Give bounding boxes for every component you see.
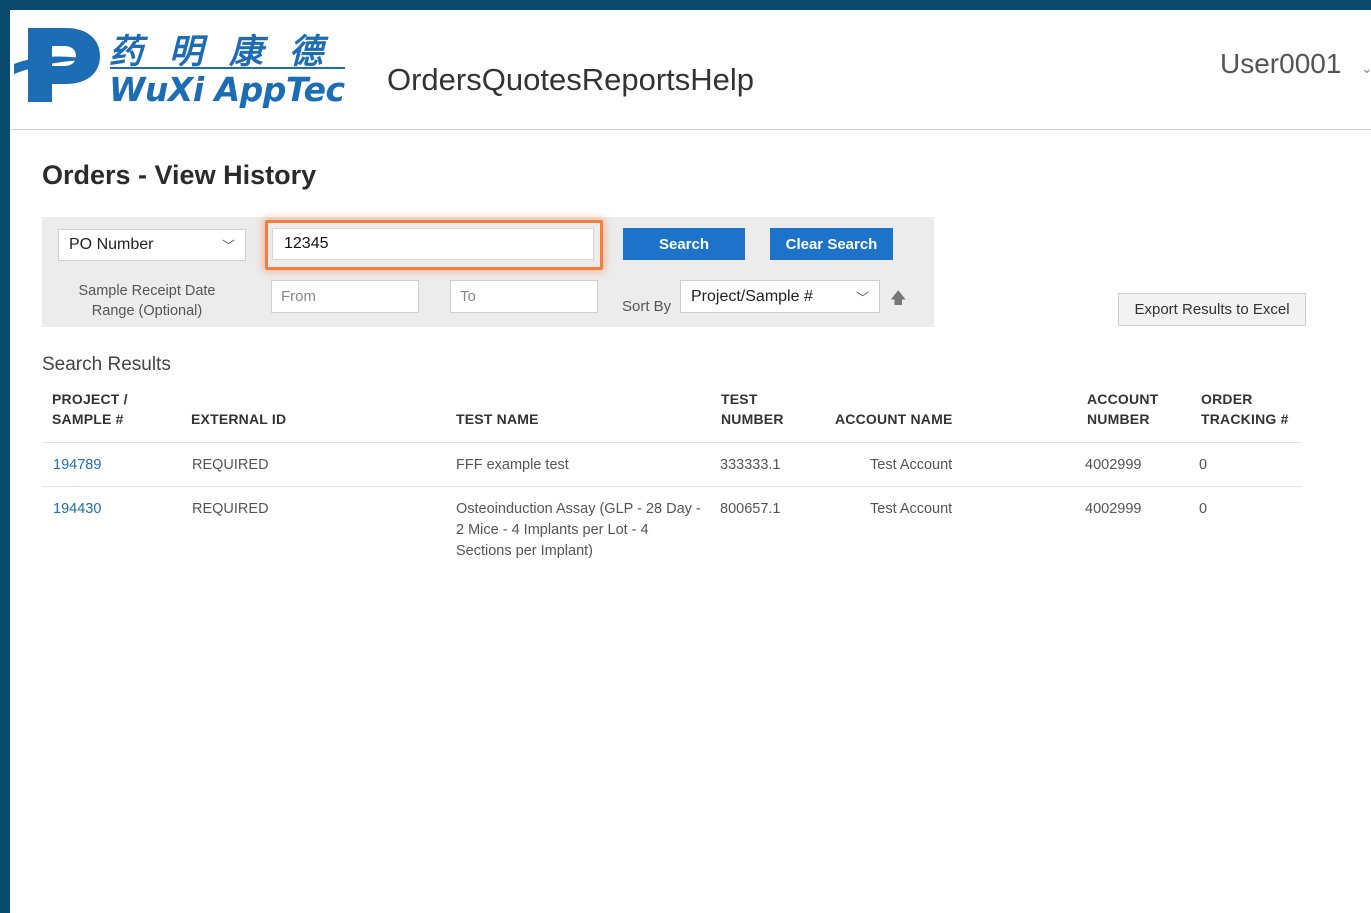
col-header-project-line2: SAMPLE #	[52, 411, 124, 427]
wuxi-apptec-logo[interactable]: 药明康德 WuXi AppTec	[14, 20, 354, 110]
search-field-value: PO Number	[69, 236, 154, 253]
search-panel: PO Number ﹀ Search Clear Search Sample R…	[42, 217, 934, 327]
col-header-order-tracking-line1: ORDER	[1201, 391, 1253, 407]
test-name-cell: FFF example test	[456, 455, 569, 476]
po-number-input[interactable]	[272, 228, 594, 260]
account-name-cell: Test Account	[870, 501, 953, 517]
export-excel-button[interactable]: Export Results to Excel	[1118, 293, 1306, 326]
date-range-label-line2: Range (Optional)	[91, 303, 203, 319]
user-menu[interactable]: User0001	[1220, 48, 1341, 80]
col-header-external-id[interactable]: EXTERNAL ID	[191, 409, 286, 429]
col-header-test-name[interactable]: TEST NAME	[456, 409, 539, 429]
account-number-cell: 4002999	[1085, 457, 1142, 473]
col-header-project[interactable]: PROJECT / SAMPLE #	[52, 389, 128, 429]
account-name-cell: Test Account	[870, 457, 953, 473]
col-header-order-tracking[interactable]: ORDER TRACKING #	[1201, 389, 1289, 429]
table-divider	[42, 486, 1302, 487]
nav-reports[interactable]: Reports	[582, 62, 691, 98]
nav-help[interactable]: Help	[690, 62, 754, 98]
site-header: 药明康德 WuXi AppTec Orders Quotes Reports Help…	[10, 10, 1371, 130]
external-id-cell: REQUIRED	[192, 457, 269, 473]
test-name-line1: Osteoinduction Assay (GLP - 28 Day -	[456, 501, 701, 517]
logo-divider	[110, 67, 345, 69]
external-id-cell: REQUIRED	[192, 501, 269, 517]
page-title: Orders - View History	[42, 160, 317, 190]
col-header-test-number-line1: TEST	[721, 391, 758, 407]
chevron-down-icon[interactable]: ⌄	[1361, 60, 1371, 77]
search-button[interactable]: Search	[623, 228, 745, 260]
chevron-down-icon: ﹀	[221, 238, 235, 254]
logo-english-text: WuXi AppTec	[109, 70, 345, 109]
nav-quotes[interactable]: Quotes	[482, 62, 582, 98]
sort-by-label: Sort By	[622, 298, 672, 315]
logo-mark-icon	[14, 28, 100, 102]
app-window: 药明康德 WuXi AppTec Orders Quotes Reports Help…	[10, 10, 1371, 913]
col-header-test-number[interactable]: TEST NUMBER	[721, 389, 784, 429]
order-tracking-cell: 0	[1199, 457, 1208, 473]
col-header-account-number-line2: NUMBER	[1087, 411, 1150, 427]
col-header-order-tracking-line2: TRACKING #	[1201, 411, 1289, 427]
test-name-line3: Sections per Implant)	[456, 543, 594, 559]
sort-by-value: Project/Sample #	[691, 287, 813, 305]
test-number-cell: 333333.1	[720, 457, 781, 473]
col-header-account-name[interactable]: ACCOUNT NAME	[835, 409, 953, 429]
clear-search-button[interactable]: Clear Search	[770, 228, 893, 260]
logo-chinese-text: 药明康德	[109, 32, 349, 72]
search-results-heading: Search Results	[42, 354, 171, 375]
col-header-project-line1: PROJECT /	[52, 391, 128, 407]
date-range-label: Sample Receipt Date Range (Optional)	[62, 281, 232, 321]
order-tracking-cell: 0	[1199, 501, 1208, 517]
test-number-cell: 800657.1	[720, 501, 781, 517]
sort-by-select[interactable]: Project/Sample # ﹀	[680, 280, 880, 313]
project-link[interactable]: 194430	[53, 499, 101, 520]
col-header-test-number-line2: NUMBER	[721, 411, 784, 427]
chevron-down-icon: ﹀	[855, 290, 869, 305]
account-number-cell: 4002999	[1085, 501, 1142, 517]
date-range-label-line1: Sample Receipt Date	[78, 283, 216, 299]
test-name-cell: Osteoinduction Assay (GLP - 28 Day - 2 M…	[456, 499, 701, 562]
search-field-select[interactable]: PO Number ﹀	[58, 229, 246, 261]
table-divider	[42, 442, 1302, 443]
date-from-input[interactable]: From	[271, 280, 419, 313]
date-to-input[interactable]: To	[450, 280, 598, 313]
test-name-line1: FFF example test	[456, 457, 569, 473]
project-link[interactable]: 194789	[53, 455, 101, 476]
sort-direction-up-icon[interactable]: 🡅	[890, 287, 906, 314]
test-name-line2: 2 Mice - 4 Implants per Lot - 4	[456, 522, 649, 538]
main-nav: Orders Quotes Reports Help	[387, 62, 754, 98]
col-header-account-number[interactable]: ACCOUNT NUMBER	[1087, 389, 1158, 429]
col-header-account-number-line1: ACCOUNT	[1087, 391, 1159, 407]
nav-orders[interactable]: Orders	[387, 62, 482, 98]
